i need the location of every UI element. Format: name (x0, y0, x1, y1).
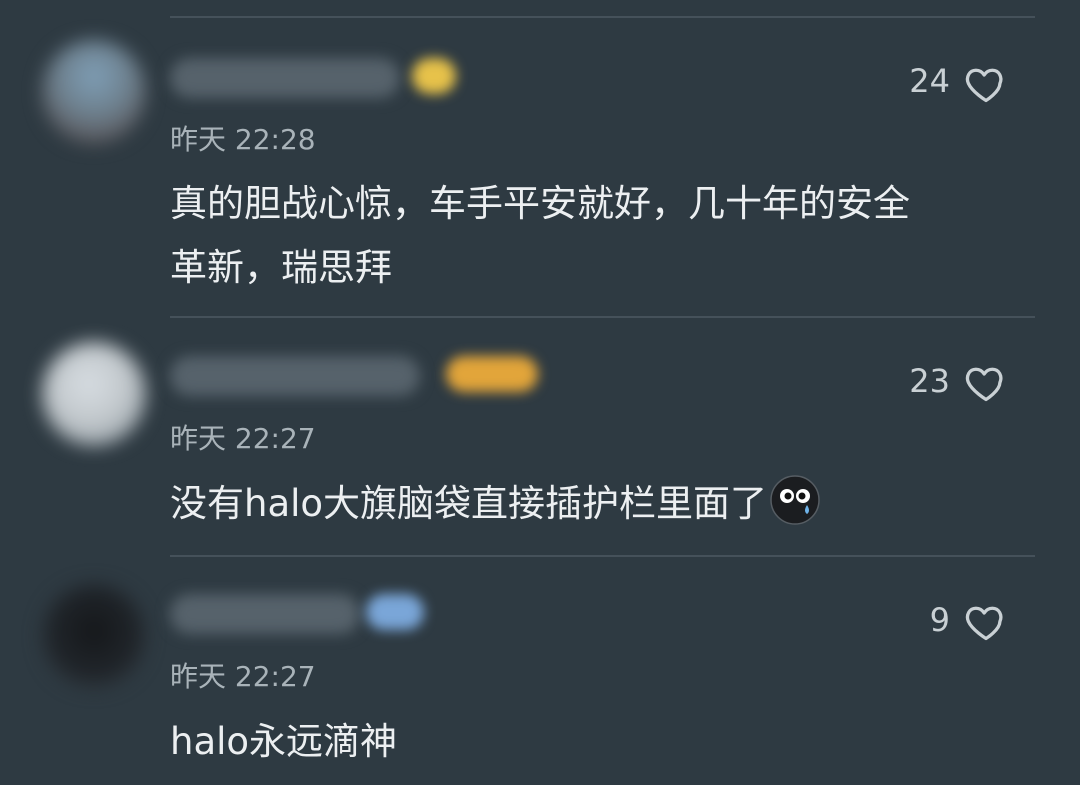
comment-text: halo永远滴神 (170, 710, 1020, 774)
user-badge (446, 356, 538, 392)
comment-divider (170, 555, 1035, 557)
avatar[interactable] (42, 40, 146, 144)
username-blurred[interactable] (170, 594, 360, 634)
comment-text-body: halo永远滴神 (170, 720, 398, 763)
username-blurred[interactable] (170, 356, 420, 396)
like-count: 23 (909, 362, 950, 400)
username-blurred[interactable] (170, 58, 400, 98)
user-badge (412, 58, 456, 94)
comment-timestamp: 昨天 22:27 (170, 422, 316, 455)
comment-timestamp: 昨天 22:28 (170, 123, 316, 156)
comment-divider (170, 316, 1035, 318)
like-count: 9 (929, 601, 950, 639)
crying-face-emoji-icon (770, 475, 820, 525)
heart-icon[interactable] (964, 600, 1008, 644)
comment-text-body: 没有halo大旗脑袋直接插护栏里面了 (170, 482, 768, 525)
like-count: 24 (909, 62, 950, 100)
comment-text-line: 革新，瑞思拜 (170, 246, 392, 289)
avatar[interactable] (42, 342, 146, 446)
avatar[interactable] (42, 584, 146, 688)
comment-text: 没有halo大旗脑袋直接插护栏里面了 (170, 472, 1020, 536)
user-badge (366, 594, 424, 630)
heart-icon[interactable] (964, 62, 1008, 106)
heart-icon[interactable] (964, 361, 1008, 405)
comment-divider (170, 16, 1035, 18)
comment-text-line: 真的胆战心惊，车手平安就好，几十年的安全 (170, 182, 910, 225)
comment-text: 真的胆战心惊，车手平安就好，几十年的安全 革新，瑞思拜 (170, 172, 1020, 300)
comment-timestamp: 昨天 22:27 (170, 660, 316, 693)
